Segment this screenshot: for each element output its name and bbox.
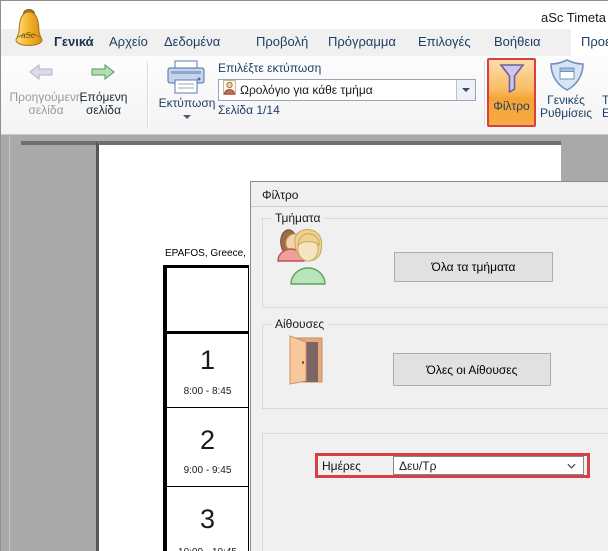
- print-selection-combobox[interactable]: Ωρολόγιο για κάθε τμήμα: [218, 79, 476, 101]
- app-window: aSc aSc Timeta Γενικά Αρχείο Δεδομένα Πρ…: [0, 0, 608, 551]
- tab-proepiskopisi[interactable]: Προε: [581, 34, 608, 49]
- tab-programma[interactable]: Πρόγραμμα: [328, 34, 396, 49]
- filter-label: Φίλτρο: [493, 100, 529, 113]
- titlebar: [1, 1, 608, 29]
- next-page-arrow-icon: [91, 64, 115, 85]
- page-indicator: Σελίδα 1/14: [218, 104, 280, 117]
- filter-dialog-title-separator: [251, 206, 608, 207]
- general-settings-button[interactable]: Γενικές Ρυθμίσεις: [532, 94, 600, 120]
- days-groupbox: [262, 433, 608, 551]
- chevron-down-icon: [567, 463, 576, 469]
- period-time-3: 10:00 - 10:45: [167, 547, 248, 551]
- workspace-edge-line: [9, 135, 10, 551]
- tab-dedomena[interactable]: Δεδομένα: [164, 34, 220, 49]
- tab-genika[interactable]: Γενικά: [54, 34, 94, 49]
- settings-shield-icon: [547, 58, 587, 97]
- tab-provoli[interactable]: Προβολή: [256, 34, 308, 49]
- all-classes-button[interactable]: Όλα τα τμήματα: [394, 252, 553, 282]
- print-dropdown-caret-icon[interactable]: [183, 115, 191, 119]
- table-column-right-border: [248, 265, 249, 551]
- print-selection-dropdown-button[interactable]: [456, 80, 475, 100]
- table-row-divider-2: [167, 486, 248, 487]
- classes-group-label: Τμήματα: [271, 211, 324, 225]
- period-time-1: 8:00 - 8:45: [167, 386, 248, 397]
- tab-epiloges[interactable]: Επιλογές: [418, 34, 471, 49]
- clipped-button-line2: Ε: [602, 107, 608, 120]
- funnel-icon: [499, 63, 525, 98]
- filter-button[interactable]: Φίλτρο: [487, 58, 536, 127]
- table-row-divider-1: [167, 407, 248, 408]
- filter-dialog-title: Φίλτρο: [262, 188, 298, 202]
- clipped-ribbon-button[interactable]: Τρ Ε: [602, 94, 608, 120]
- combo-caret-icon: [462, 88, 470, 92]
- tab-voithia[interactable]: Βοήθεια: [494, 34, 541, 49]
- tab-arxeio[interactable]: Αρχείο: [109, 34, 148, 49]
- all-rooms-button[interactable]: Όλες οι Αίθουσες: [393, 353, 551, 386]
- period-number-3: 3: [167, 504, 248, 535]
- preview-panel-top-border: [21, 141, 97, 145]
- table-top-border: [163, 265, 249, 268]
- asc-bell-icon[interactable]: aSc: [12, 7, 46, 51]
- table-header-bottom-border: [163, 331, 249, 334]
- period-time-2: 9:00 - 9:45: [167, 465, 248, 476]
- period-number-1: 1: [167, 345, 248, 376]
- toolbar-separator: [147, 61, 149, 127]
- window-title: aSc Timeta: [541, 10, 606, 25]
- toolbar-separator-2: [484, 61, 486, 127]
- days-combobox-value: Δευ/Τρ: [399, 459, 567, 473]
- days-label: Ημέρες: [322, 459, 361, 473]
- preview-header-text: EPAFOS, Greece,: [165, 248, 246, 259]
- svg-text:aSc: aSc: [21, 31, 35, 40]
- timetable-person-icon: [223, 80, 236, 100]
- printer-icon: [164, 59, 208, 102]
- previous-page-arrow-icon: [29, 64, 53, 85]
- period-number-2: 2: [167, 425, 248, 456]
- days-combobox[interactable]: Δευ/Τρ: [393, 456, 584, 475]
- print-selection-value: Ωρολόγιο για κάθε τμήμα: [240, 83, 456, 97]
- next-page-button[interactable]: Επόμενη σελίδα: [76, 91, 131, 117]
- select-print-label: Επιλέξτε εκτύπωση: [218, 62, 321, 75]
- classes-people-icon: [277, 227, 335, 290]
- rooms-door-icon: [284, 335, 324, 390]
- rooms-group-label: Αίθουσες: [271, 317, 328, 331]
